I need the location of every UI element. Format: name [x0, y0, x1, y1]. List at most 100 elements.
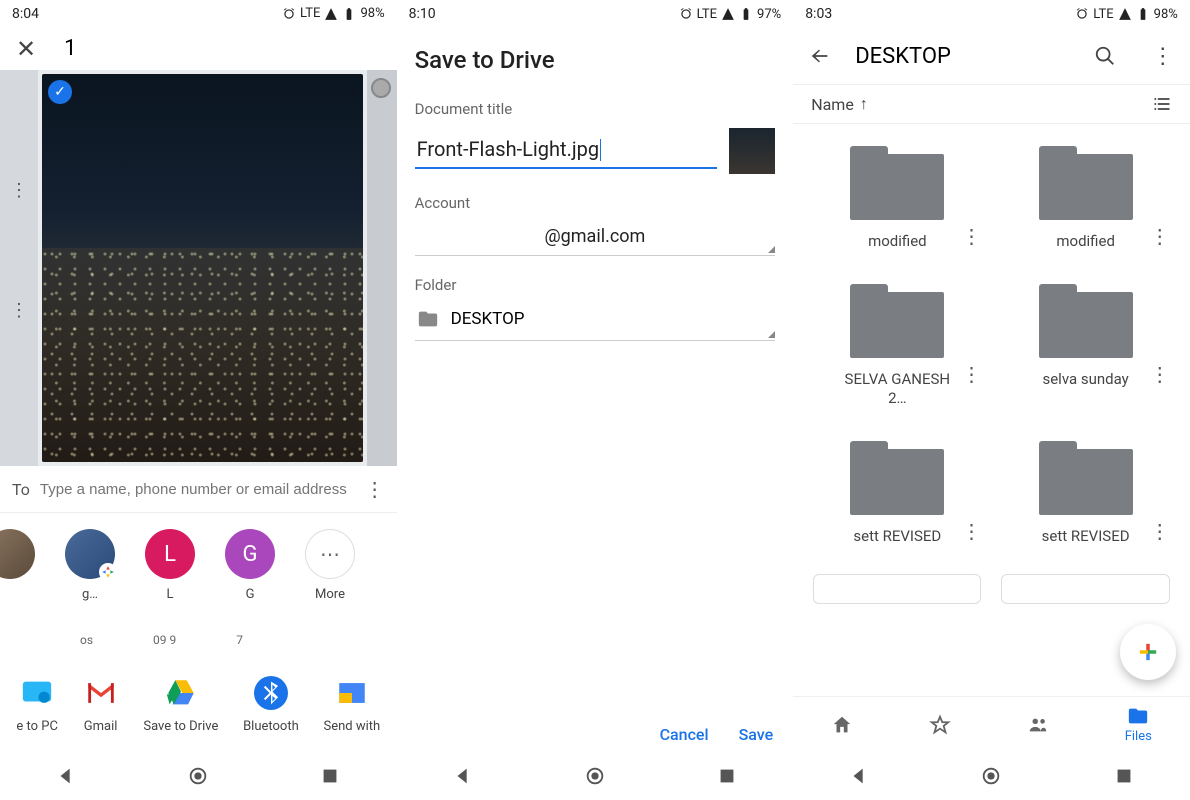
battery-icon: [739, 7, 753, 21]
doc-title-input[interactable]: Front-Flash-Light.jpg: [415, 133, 718, 170]
folder-selector[interactable]: DESKTOP: [415, 304, 776, 341]
alarm-icon: [1075, 7, 1089, 21]
signal-icon: [721, 7, 735, 21]
avatar-letter: G: [225, 529, 275, 579]
folder-icon: [417, 308, 439, 330]
nav-home[interactable]: [831, 714, 853, 736]
status-battery: 98%: [360, 6, 384, 21]
drive-icon: [163, 675, 199, 711]
status-bar: 8:04 LTE 98%: [0, 0, 397, 28]
app-gmail[interactable]: Gmail: [83, 675, 119, 734]
folder-title: DESKTOP: [855, 44, 1070, 69]
screen-share-sheet: 8:04 LTE 98% ✕ 1 ⋮ ⋮ ✓ To ⋮: [0, 0, 397, 800]
item-more-icon[interactable]: ⋮: [961, 224, 981, 248]
photo-strip-right[interactable]: [367, 70, 397, 466]
contact-item[interactable]: [0, 529, 50, 587]
folder-icon: [1039, 284, 1133, 358]
contact-item[interactable]: G G: [210, 529, 290, 602]
home-icon: [831, 714, 853, 736]
dialog-title: Save to Drive: [397, 28, 794, 94]
screen-save-to-drive: 8:10 LTE 97% Save to Drive Document titl…: [397, 0, 794, 800]
more-contacts-button[interactable]: ⋯ More: [290, 529, 370, 602]
check-icon: ✓: [48, 80, 72, 104]
battery-icon: [342, 7, 356, 21]
contact-item[interactable]: L L: [130, 529, 210, 602]
folder-item[interactable]: sett REVISED⋮: [993, 429, 1177, 559]
plus-icon: [1134, 638, 1162, 666]
more-icon[interactable]: ⋮: [365, 477, 385, 501]
android-navbar: [793, 752, 1190, 800]
people-icon: [1027, 714, 1049, 736]
overflow-icon[interactable]: ⋮: [1152, 44, 1174, 69]
account-label: Account: [415, 194, 776, 212]
folder-stub[interactable]: [813, 574, 981, 604]
item-more-icon[interactable]: ⋮: [1150, 224, 1170, 248]
list-view-icon[interactable]: [1152, 94, 1172, 114]
item-more-icon[interactable]: ⋮: [1150, 362, 1170, 386]
folders-grid: modified⋮ modified⋮ SELVA GANESH 2…⋮ sel…: [793, 124, 1190, 696]
cancel-button[interactable]: Cancel: [660, 725, 709, 744]
nav-shared[interactable]: [1027, 714, 1049, 736]
fab-add-button[interactable]: [1120, 624, 1176, 680]
status-network: LTE: [697, 7, 717, 22]
status-network: LTE: [1093, 7, 1113, 22]
nav-back-icon[interactable]: [848, 765, 870, 787]
android-navbar: [397, 752, 794, 800]
folder-icon: [850, 146, 944, 220]
folder-item[interactable]: SELVA GANESH 2…⋮: [805, 272, 989, 421]
status-battery: 98%: [1154, 7, 1178, 22]
app-bar: DESKTOP ⋮: [793, 28, 1190, 84]
status-time: 8:03: [805, 6, 832, 22]
screen-drive-folder: 8:03 LTE 98% DESKTOP ⋮ Name ↑ modified⋮ …: [793, 0, 1190, 800]
item-more-icon[interactable]: ⋮: [1150, 519, 1170, 543]
photo-strip-left[interactable]: ⋮ ⋮: [0, 70, 38, 466]
nav-home-icon[interactable]: [980, 765, 1002, 787]
nav-recent-icon[interactable]: [716, 765, 738, 787]
avatar-letter: L: [145, 529, 195, 579]
item-more-icon[interactable]: ⋮: [961, 362, 981, 386]
search-icon[interactable]: [1094, 45, 1116, 67]
item-more-icon[interactable]: ⋮: [961, 519, 981, 543]
share-apps-row: e to PC Gmail Save to Drive Bluetooth Se…: [0, 657, 397, 753]
app-share-to-pc[interactable]: e to PC: [16, 675, 58, 734]
contact-item[interactable]: g…: [50, 529, 130, 602]
app-send-with[interactable]: Send with: [323, 675, 380, 734]
alarm-icon: [282, 7, 296, 21]
sort-row[interactable]: Name ↑: [793, 84, 1190, 124]
app-save-to-drive[interactable]: Save to Drive: [143, 675, 218, 734]
nav-home-icon[interactable]: [187, 765, 209, 787]
dropdown-icon: [768, 331, 775, 338]
nav-back-icon[interactable]: [55, 765, 77, 787]
folder-item[interactable]: sett REVISED⋮: [805, 429, 989, 559]
folder-icon: [850, 284, 944, 358]
account-selector[interactable]: @gmail.com: [415, 222, 776, 256]
contacts-sub-row: os 09 9 7: [0, 633, 397, 657]
nav-starred[interactable]: [929, 714, 951, 736]
nav-recent-icon[interactable]: [1113, 765, 1135, 787]
status-bar: 8:03 LTE 98%: [793, 0, 1190, 28]
unselected-circle-icon: [371, 78, 391, 98]
folder-item[interactable]: selva sunday⋮: [993, 272, 1177, 421]
save-button[interactable]: Save: [739, 725, 774, 744]
bottom-nav: Files: [793, 696, 1190, 752]
recipient-input[interactable]: [40, 481, 355, 498]
star-icon: [929, 714, 951, 736]
android-navbar: [0, 752, 397, 800]
nav-home-icon[interactable]: [584, 765, 606, 787]
back-icon[interactable]: [809, 45, 831, 67]
arrow-up-icon: ↑: [860, 94, 868, 114]
app-bluetooth[interactable]: Bluetooth: [243, 675, 299, 734]
nav-files[interactable]: Files: [1125, 705, 1152, 744]
alarm-icon: [679, 7, 693, 21]
selected-photo[interactable]: ✓: [42, 74, 363, 462]
folder-icon: [1039, 441, 1133, 515]
photo-selection-area: ⋮ ⋮ ✓: [0, 70, 397, 466]
nav-recent-icon[interactable]: [319, 765, 341, 787]
to-label: To: [12, 480, 30, 499]
close-button[interactable]: ✕: [16, 35, 36, 63]
nav-back-icon[interactable]: [452, 765, 474, 787]
folder-item[interactable]: modified⋮: [993, 134, 1177, 264]
folder-item[interactable]: modified⋮: [805, 134, 989, 264]
folder-stub[interactable]: [1001, 574, 1169, 604]
selection-count: 1: [64, 36, 76, 61]
